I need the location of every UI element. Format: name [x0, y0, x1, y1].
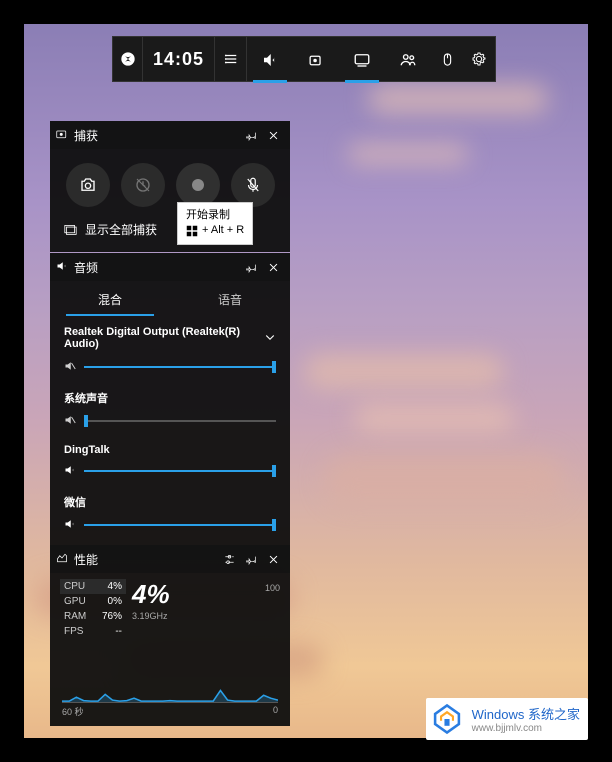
tab-voice[interactable]: 语音 — [170, 281, 290, 316]
logo-icon — [430, 702, 464, 736]
record-last-button[interactable] — [121, 163, 165, 207]
mute-icon[interactable] — [64, 414, 76, 429]
chevron-down-icon — [264, 331, 276, 346]
volume-icon[interactable] — [64, 464, 76, 479]
speaker-icon — [56, 260, 68, 275]
close-icon[interactable] — [262, 256, 284, 278]
pin-icon[interactable] — [240, 124, 262, 146]
audio-header[interactable]: 音频 — [50, 253, 290, 281]
pin-icon[interactable] — [240, 256, 262, 278]
watermark-url: www.bjjmlv.com — [472, 723, 580, 734]
game-bar-toolbar: 14:05 — [112, 36, 496, 82]
stat-cpu[interactable]: CPU4% — [60, 579, 126, 594]
stat-fps[interactable]: FPS-- — [60, 624, 126, 639]
tab-mouse[interactable] — [431, 36, 463, 82]
source-wechat-label: 微信 — [64, 494, 276, 510]
volume-icon[interactable] — [64, 518, 76, 533]
perf-scale-bottom: 0 — [273, 705, 278, 718]
capture-header[interactable]: 捕获 — [50, 121, 290, 149]
record-icon — [192, 179, 204, 191]
tab-capture[interactable] — [293, 37, 339, 83]
settings-icon[interactable] — [463, 36, 495, 82]
system-volume-slider[interactable] — [84, 412, 276, 430]
audio-widget: 音频 混合 语音 Realtek Digital Output (Realtek… — [50, 253, 290, 560]
tab-audio[interactable] — [247, 37, 293, 83]
tab-performance[interactable] — [339, 37, 385, 83]
device-volume-slider[interactable] — [84, 358, 276, 376]
perf-scale-top: 100 — [265, 583, 280, 593]
close-icon[interactable] — [262, 548, 284, 570]
dingtalk-volume-slider[interactable] — [84, 462, 276, 480]
clock-time: 14:05 — [143, 49, 214, 70]
audio-device-selector[interactable]: Realtek Digital Output (Realtek(R) Audio… — [64, 326, 276, 350]
widgets-menu-icon[interactable] — [215, 37, 247, 81]
source-dingtalk-label: DingTalk — [64, 444, 276, 456]
tab-mix[interactable]: 混合 — [50, 281, 170, 316]
mute-icon[interactable] — [64, 360, 76, 375]
site-watermark: Windows 系统之家 www.bjjmlv.com — [426, 698, 588, 740]
perf-graph — [62, 655, 278, 703]
audio-title: 音频 — [74, 259, 98, 276]
wechat-volume-slider[interactable] — [84, 516, 276, 534]
device-name: Realtek Digital Output (Realtek(R) Audio… — [64, 326, 264, 350]
show-all-label: 显示全部捕获 — [85, 221, 157, 238]
screenshot-button[interactable] — [66, 163, 110, 207]
start-record-button[interactable] — [176, 163, 220, 207]
perf-title: 性能 — [74, 551, 98, 568]
perf-big-value: 4% — [132, 581, 280, 607]
perf-clock: 3.19GHz — [132, 611, 280, 621]
stat-gpu[interactable]: GPU0% — [60, 594, 126, 609]
perf-header[interactable]: 性能 — [50, 545, 290, 573]
camera-icon — [56, 128, 68, 143]
close-icon[interactable] — [262, 124, 284, 146]
watermark-title: Windows 系统之家 — [472, 704, 580, 723]
source-system-label: 系统声音 — [64, 390, 276, 406]
tab-social[interactable] — [385, 37, 431, 83]
perf-time-label: 60 秒 — [62, 705, 84, 718]
capture-widget: 捕获 显示全部捕获 — [50, 121, 290, 252]
mic-toggle-button[interactable] — [231, 163, 275, 207]
stat-ram[interactable]: RAM76% — [60, 609, 126, 624]
record-tooltip: 开始录制 + Alt + R — [177, 202, 253, 245]
performance-widget: 性能 CPU4% GPU0% RAM76% FPS-- 4% 3.19GHz 1… — [50, 545, 290, 726]
options-icon[interactable] — [218, 548, 240, 570]
chart-icon — [56, 552, 68, 567]
xbox-icon[interactable] — [113, 37, 143, 81]
win-key-icon — [186, 225, 198, 237]
capture-title: 捕获 — [74, 127, 98, 144]
tooltip-shortcut: + Alt + R — [202, 223, 244, 238]
tooltip-title: 开始录制 — [186, 208, 244, 223]
pin-icon[interactable] — [240, 548, 262, 570]
